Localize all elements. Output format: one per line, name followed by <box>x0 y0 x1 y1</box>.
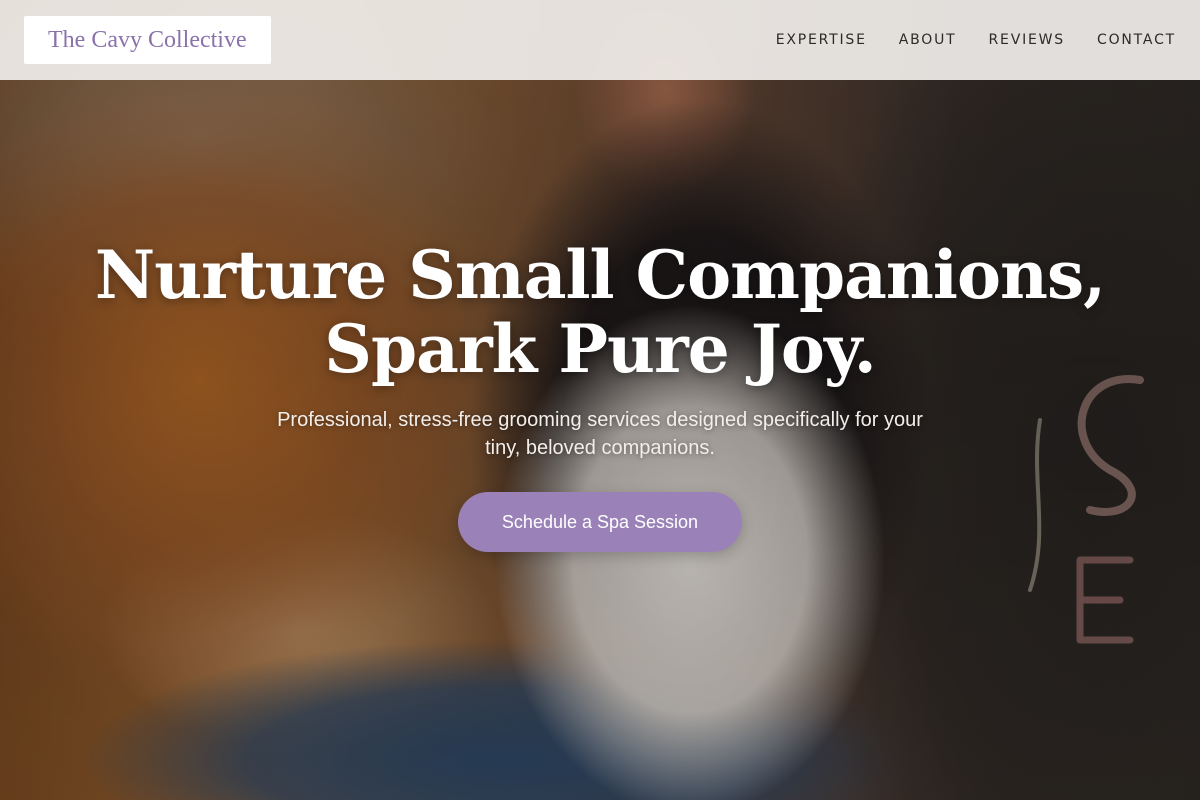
hero-title: Nurture Small Companions, Spark Pure Joy… <box>70 238 1130 386</box>
schedule-spa-session-button[interactable]: Schedule a Spa Session <box>458 492 742 552</box>
nav-link-reviews[interactable]: REVIEWS <box>989 32 1065 48</box>
page: The Cavy Collective EXPERTISE ABOUT REVI… <box>0 0 1200 800</box>
hero-title-line-1: Nurture Small Companions, <box>94 236 1106 314</box>
nav-menu: EXPERTISE ABOUT REVIEWS CONTACT <box>776 32 1176 48</box>
nav-link-about[interactable]: ABOUT <box>899 32 957 48</box>
nav-link-expertise[interactable]: EXPERTISE <box>776 32 867 48</box>
hero-section: Nurture Small Companions, Spark Pure Joy… <box>0 238 1200 552</box>
nav-link-contact[interactable]: CONTACT <box>1097 32 1176 48</box>
navbar: The Cavy Collective EXPERTISE ABOUT REVI… <box>0 0 1200 80</box>
brand-logo[interactable]: The Cavy Collective <box>24 16 271 64</box>
hero-subtitle: Professional, stress-free grooming servi… <box>277 409 923 459</box>
hero-title-line-2: Spark Pure Joy. <box>324 310 876 388</box>
